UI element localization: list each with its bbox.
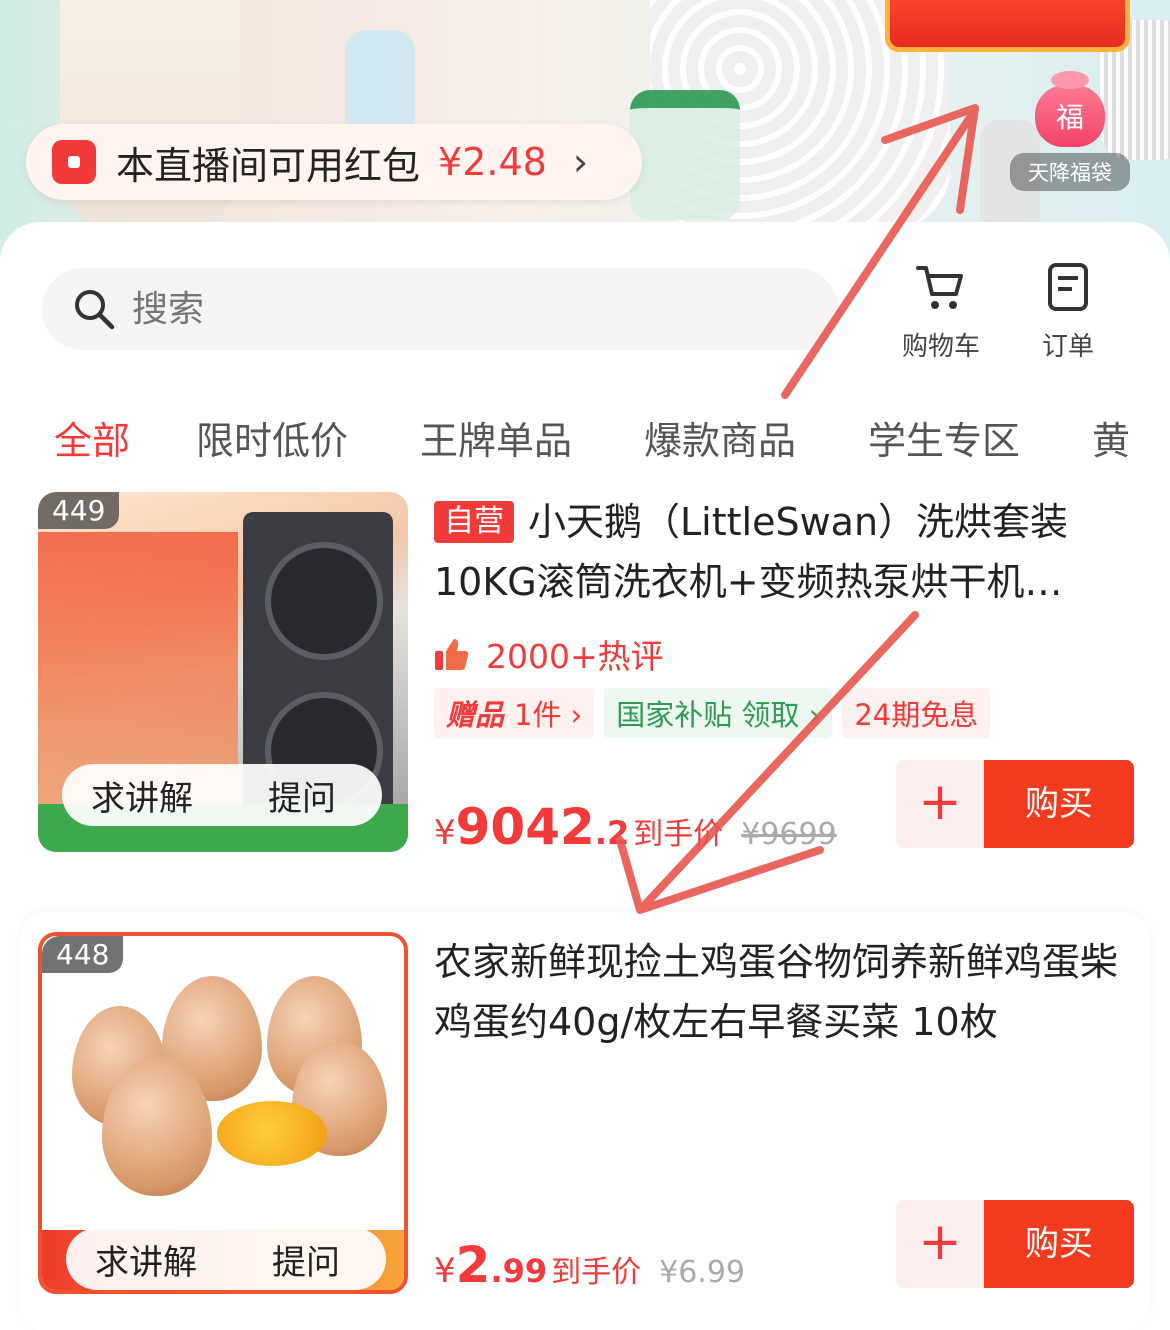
order-button[interactable]: 订单 <box>1013 262 1123 363</box>
red-packet-amount: ¥2.48 <box>438 140 547 184</box>
fudai-lucky-bag[interactable]: 福 天降福袋 <box>1010 71 1130 205</box>
currency-symbol: ¥ <box>434 1251 456 1291</box>
cart-label: 购物车 <box>901 332 980 362</box>
shopping-panel: 购物车 订单 全部 限时低价 王牌单品 爆款商品 学生专区 黄 449 求讲解 … <box>0 222 1170 1330</box>
add-to-cart-button[interactable]: + <box>896 760 984 848</box>
price-decimal: .2 <box>594 814 630 852</box>
thumbs-up-icon <box>435 639 469 670</box>
product-image[interactable]: 448 求讲解 提问 <box>38 932 408 1294</box>
product-title: 农家新鲜现捡土鸡蛋谷物饲养新鲜鸡蛋柴鸡蛋约40g/枚左右早餐买菜 10枚 <box>434 940 1119 1044</box>
buy-button[interactable]: 购买 <box>984 760 1134 848</box>
chevron-right-icon: › <box>572 140 589 184</box>
buy-controls: + 购买 <box>896 1200 1134 1288</box>
explain-ask-pill: 求讲解 提问 <box>66 1228 386 1290</box>
search-icon <box>75 290 115 330</box>
tab-all[interactable]: 全部 <box>54 410 130 465</box>
red-packet-text: 本直播间可用红包 <box>116 143 421 188</box>
gift-badge[interactable]: 赠品 1件 › <box>434 688 595 738</box>
price-row: ¥9042.2 到手价 ¥9699 <box>434 798 837 856</box>
product-card[interactable]: 449 求讲解 提问 自营 小天鹅（LittleSwan）洗烘套装10KG滚筒洗衣… <box>20 492 1150 867</box>
egg-yolk <box>217 1101 327 1166</box>
price-label: 到手价 <box>551 1255 642 1290</box>
ask-question-button[interactable]: 提问 <box>222 771 382 820</box>
subsidy-badge[interactable]: 国家补贴 领取 › <box>604 688 833 738</box>
request-explain-button[interactable]: 求讲解 <box>62 771 222 820</box>
product-image[interactable]: 449 求讲解 提问 <box>38 492 408 852</box>
price-integer: 9042 <box>455 798 595 856</box>
explain-ask-pill: 求讲解 提问 <box>62 764 382 826</box>
price-integer: 2 <box>455 1236 491 1294</box>
order-label: 订单 <box>1041 332 1094 362</box>
tab-ace-items[interactable]: 王牌单品 <box>420 410 572 465</box>
product-info: 自营 小天鹅（LittleSwan）洗烘套装10KG滚筒洗衣机+变频热泵烘干机… … <box>434 492 1130 738</box>
buy-controls: + 购买 <box>896 760 1134 848</box>
original-price: ¥6.99 <box>659 1255 746 1290</box>
lucky-bag-icon: 福 <box>1035 71 1105 147</box>
search-input[interactable] <box>132 288 732 330</box>
price-label: 到手价 <box>633 817 724 852</box>
tab-more[interactable]: 黄 <box>1092 410 1130 465</box>
installment-badge: 24期免息 <box>842 688 991 738</box>
product-card[interactable]: 448 求讲解 提问 农家新鲜现捡土鸡蛋谷物饲养新鲜鸡蛋柴鸡蛋约40g/枚左右早… <box>20 912 1150 1330</box>
cart-icon <box>916 266 963 309</box>
lucky-bag-label: 天降福袋 <box>1010 153 1130 191</box>
ask-question-button[interactable]: 提问 <box>226 1235 386 1284</box>
promo-banner[interactable] <box>885 0 1130 52</box>
category-tabs: 全部 限时低价 王牌单品 爆款商品 学生专区 黄 <box>0 410 1170 480</box>
self-operated-tag: 自营 <box>434 501 514 543</box>
promo-badges: 赠品 1件 › 国家补贴 领取 › 24期免息 <box>434 688 1130 738</box>
original-price: ¥9699 <box>741 817 837 852</box>
price-decimal: .99 <box>490 1252 548 1290</box>
cup <box>630 90 740 220</box>
red-packet-icon <box>52 140 96 184</box>
tab-student-zone[interactable]: 学生专区 <box>868 410 1020 465</box>
product-info: 农家新鲜现捡土鸡蛋谷物饲养新鲜鸡蛋柴鸡蛋约40g/枚左右早餐买菜 10枚 <box>434 932 1130 1052</box>
add-to-cart-button[interactable]: + <box>896 1200 984 1288</box>
search-bar[interactable] <box>42 268 838 350</box>
rank-badge: 449 <box>38 492 120 529</box>
order-icon <box>1048 263 1088 311</box>
rank-badge: 448 <box>42 936 124 973</box>
buy-button[interactable]: 购买 <box>984 1200 1134 1288</box>
hot-reviews: 2000+热评 <box>434 630 1130 678</box>
live-stream-video: 本直播间可用红包 ¥2.48 › 福 天降福袋 <box>0 0 1170 260</box>
red-packet-banner[interactable]: 本直播间可用红包 ¥2.48 › <box>26 124 642 200</box>
product-title: 自营 小天鹅（LittleSwan）洗烘套装10KG滚筒洗衣机+变频热泵烘干机… <box>434 500 1069 604</box>
price-row: ¥2.99 到手价 ¥6.99 <box>434 1236 745 1294</box>
request-explain-button[interactable]: 求讲解 <box>66 1235 226 1284</box>
cart-button[interactable]: 购物车 <box>886 262 996 363</box>
currency-symbol: ¥ <box>434 813 456 853</box>
tab-limited-low-price[interactable]: 限时低价 <box>196 410 348 465</box>
tab-hot-items[interactable]: 爆款商品 <box>644 410 796 465</box>
